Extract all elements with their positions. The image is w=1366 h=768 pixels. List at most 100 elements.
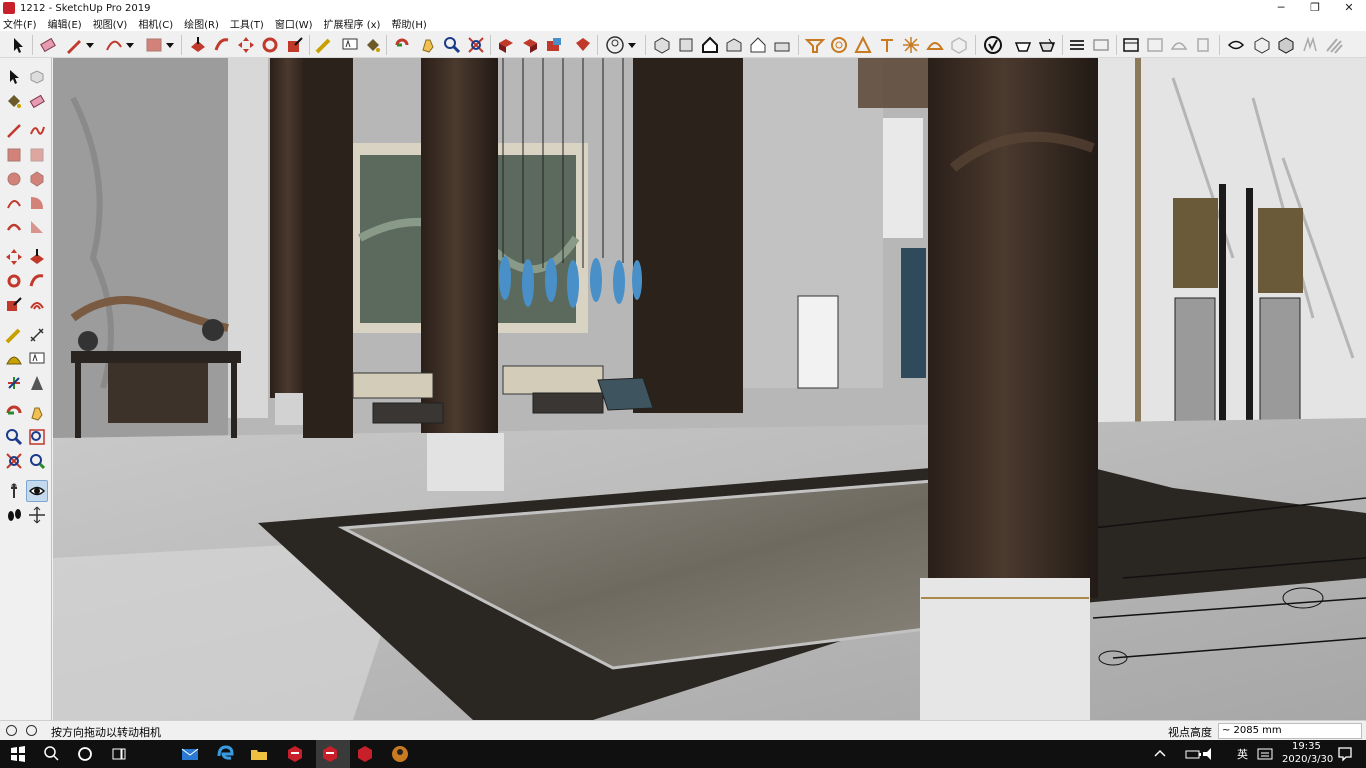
walk-icon[interactable] xyxy=(5,506,23,524)
dropdown-arrow-icon[interactable] xyxy=(85,35,95,55)
cortana-icon[interactable] xyxy=(75,744,95,764)
sketchup-layout-taskbar-icon[interactable] xyxy=(355,744,375,764)
menu-edit[interactable]: 编辑(E) xyxy=(48,16,82,31)
scale-icon[interactable] xyxy=(5,296,23,314)
search-icon[interactable] xyxy=(42,744,62,764)
edge-browser-icon[interactable] xyxy=(215,744,235,764)
extension-warehouse-icon[interactable] xyxy=(573,35,593,55)
flip-edge-icon[interactable] xyxy=(949,35,969,55)
volume-icon[interactable] xyxy=(1200,744,1220,764)
account-icon[interactable] xyxy=(605,35,625,55)
component-cube-icon[interactable] xyxy=(1252,35,1272,55)
text-icon[interactable] xyxy=(28,350,46,368)
display-section-planes-icon[interactable] xyxy=(1091,35,1111,55)
rectangle-icon[interactable] xyxy=(144,35,164,55)
file-explorer-icon[interactable] xyxy=(249,744,269,764)
back-edges-icon[interactable] xyxy=(1145,35,1165,55)
move-icon[interactable] xyxy=(236,35,256,55)
tape-measure-icon[interactable] xyxy=(5,326,23,344)
rectangle-icon[interactable] xyxy=(5,146,23,164)
three-point-arc-icon[interactable] xyxy=(5,218,23,236)
ime-keyboard-icon[interactable] xyxy=(1255,744,1275,764)
paint-bucket-icon[interactable] xyxy=(5,92,23,110)
share-model-icon[interactable] xyxy=(520,35,540,55)
dimension-icon[interactable] xyxy=(28,326,46,344)
menu-camera[interactable]: 相机(C) xyxy=(138,16,173,31)
position-camera-icon[interactable] xyxy=(5,482,23,500)
solid-tools-icon[interactable] xyxy=(1037,35,1057,55)
zoom-extents-icon[interactable] xyxy=(5,452,23,470)
menu-view[interactable]: 视图(V) xyxy=(93,16,128,31)
material-cube-icon[interactable] xyxy=(1276,35,1296,55)
protractor-icon[interactable] xyxy=(5,350,23,368)
push-pull-icon[interactable] xyxy=(188,35,208,55)
pan-icon[interactable] xyxy=(28,404,46,422)
app-avatar-icon[interactable] xyxy=(390,744,410,764)
rotate-icon[interactable] xyxy=(260,35,280,55)
offset-icon[interactable] xyxy=(28,296,46,314)
info-icon[interactable] xyxy=(26,725,37,736)
zoom-icon[interactable] xyxy=(5,428,23,446)
scale-icon[interactable] xyxy=(285,35,305,55)
pencil-icon[interactable] xyxy=(64,35,84,55)
share-component-icon[interactable] xyxy=(544,35,564,55)
follow-me-icon[interactable] xyxy=(212,35,232,55)
minimize-button[interactable]: ─ xyxy=(1264,0,1298,16)
drape-icon[interactable] xyxy=(901,35,921,55)
rotated-rect-icon[interactable] xyxy=(28,146,46,164)
geo-location-icon[interactable] xyxy=(6,725,17,736)
taskbar-date[interactable]: 2020/3/30 xyxy=(1282,754,1333,765)
follow-me-icon[interactable] xyxy=(28,272,46,290)
hidden-line-icon[interactable] xyxy=(1193,35,1213,55)
eraser-icon[interactable] xyxy=(28,92,46,110)
orbit-icon[interactable] xyxy=(5,404,23,422)
shadows-icon[interactable] xyxy=(1226,35,1246,55)
xray-icon[interactable] xyxy=(1121,35,1141,55)
paint-bucket-icon[interactable] xyxy=(363,35,383,55)
push-pull-icon[interactable] xyxy=(28,248,46,266)
polygon-icon[interactable] xyxy=(28,170,46,188)
hand-sketch-icon[interactable] xyxy=(1300,35,1320,55)
add-detail-icon[interactable] xyxy=(925,35,945,55)
section-plane-icon[interactable] xyxy=(1067,35,1087,55)
section-plane-icon[interactable] xyxy=(28,506,46,524)
front-view-icon[interactable] xyxy=(700,35,720,55)
arc-icon[interactable] xyxy=(104,35,124,55)
sandbox-from-contours-icon[interactable] xyxy=(805,35,825,55)
top-view-icon[interactable] xyxy=(676,35,696,55)
arc-icon[interactable] xyxy=(5,194,23,212)
notification-center-icon[interactable] xyxy=(1335,744,1355,764)
3d-text-icon[interactable] xyxy=(28,374,46,392)
two-point-arc-icon[interactable] xyxy=(28,218,46,236)
menu-draw[interactable]: 绘图(R) xyxy=(184,16,219,31)
line-icon[interactable] xyxy=(5,122,23,140)
3d-warehouse-icon[interactable] xyxy=(496,35,516,55)
right-view-icon[interactable] xyxy=(724,35,744,55)
outer-shell-icon[interactable] xyxy=(1013,35,1033,55)
ime-indicator[interactable]: 英 xyxy=(1237,746,1248,762)
close-button[interactable]: ✕ xyxy=(1332,0,1366,16)
stamp-icon[interactable] xyxy=(877,35,897,55)
zoom-icon[interactable] xyxy=(442,35,462,55)
move-icon[interactable] xyxy=(5,248,23,266)
sketchup-active-taskbar-icon[interactable] xyxy=(320,744,340,764)
solid-check-icon[interactable] xyxy=(983,35,1003,55)
zoom-extents-icon[interactable] xyxy=(466,35,486,55)
dropdown-arrow-icon[interactable] xyxy=(125,35,135,55)
smoove-icon[interactable] xyxy=(853,35,873,55)
dropdown-arrow-icon[interactable] xyxy=(627,35,637,55)
eraser-icon[interactable] xyxy=(38,35,58,55)
dropdown-arrow-icon[interactable] xyxy=(165,35,175,55)
windows-start-icon[interactable] xyxy=(8,744,28,764)
orbit-icon[interactable] xyxy=(392,35,412,55)
menu-extensions[interactable]: 扩展程序 (x) xyxy=(324,16,381,31)
tray-expand-icon[interactable] xyxy=(1150,744,1170,764)
measurements-box[interactable]: ~ 2085 mm xyxy=(1218,723,1362,739)
select-icon[interactable] xyxy=(5,68,23,86)
back-view-icon[interactable] xyxy=(748,35,768,55)
select-icon[interactable] xyxy=(8,35,28,55)
taskbar-clock[interactable]: 19:35 xyxy=(1292,741,1321,752)
freehand-icon[interactable] xyxy=(28,122,46,140)
sketchup-taskbar-icon[interactable] xyxy=(285,744,305,764)
menu-tools[interactable]: 工具(T) xyxy=(230,16,264,31)
